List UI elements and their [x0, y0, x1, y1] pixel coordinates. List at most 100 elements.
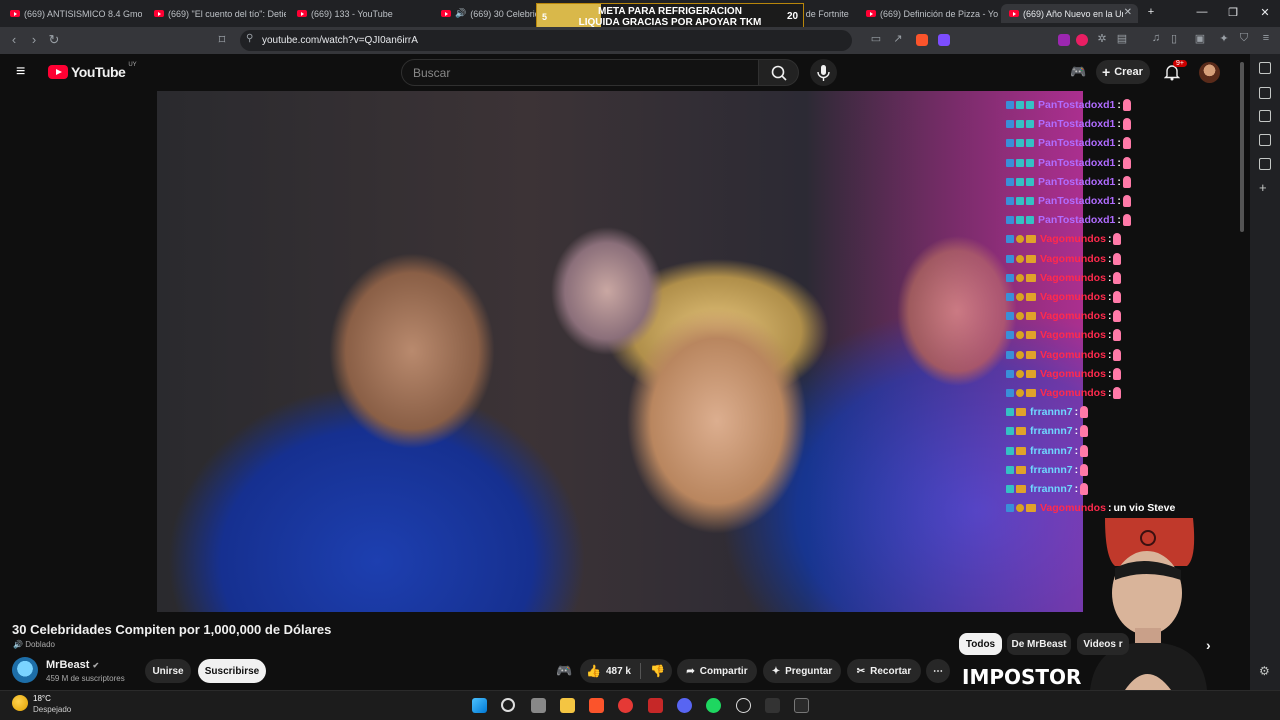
youtube-favicon-icon: [441, 10, 451, 17]
dislike-icon[interactable]: 👎: [650, 664, 665, 678]
add-panel-icon[interactable]: +: [1259, 180, 1267, 195]
gamepad-icon[interactable]: 🎮: [556, 663, 572, 679]
steam-icon[interactable]: [736, 698, 751, 713]
share-button[interactable]: ➦ Compartir: [677, 659, 757, 683]
bookmarks-icon[interactable]: [1259, 87, 1271, 99]
app-icon[interactable]: [765, 698, 780, 713]
wallet-panel-icon[interactable]: [1259, 110, 1271, 122]
voice-search-button[interactable]: [810, 59, 837, 86]
tab-6[interactable]: (669) Definición de Pizza - You: [858, 4, 998, 23]
channel-name[interactable]: MrBeast ✔: [46, 659, 99, 671]
chat-badge-icon: [1006, 408, 1014, 417]
page-scrollbar[interactable]: [1240, 62, 1244, 232]
reload-icon[interactable]: ↻: [46, 32, 62, 48]
gamepad-icon[interactable]: 🎮: [1070, 64, 1086, 80]
share-icon[interactable]: ↗: [890, 32, 906, 45]
spotify-icon[interactable]: [706, 698, 721, 713]
chat-username: Vagomundos: [1040, 310, 1106, 323]
wallet-icon[interactable]: ▣: [1192, 32, 1208, 45]
tab-active[interactable]: (669) Año Nuevo en la Ur ✕: [1001, 4, 1138, 23]
puzzle-icon[interactable]: ✲: [1094, 32, 1110, 45]
back-icon[interactable]: ‹: [6, 32, 22, 47]
brave-shields-icon[interactable]: [916, 34, 928, 46]
minimize-icon[interactable]: —: [1192, 6, 1212, 18]
media-player-icon[interactable]: [618, 698, 633, 713]
chip-from-channel[interactable]: De MrBeast: [1007, 633, 1071, 655]
reading-list-icon[interactable]: ▤: [1114, 32, 1130, 45]
subscribe-button[interactable]: Suscribirse: [198, 659, 266, 683]
chip-related[interactable]: Videos r: [1077, 633, 1129, 655]
weather-sun-icon[interactable]: [12, 695, 28, 711]
chat-badge-icon: [1026, 350, 1036, 359]
youtube-logo[interactable]: YouTube UY: [48, 62, 137, 80]
chat-emote-icon: [1122, 118, 1131, 131]
avatar[interactable]: [1199, 62, 1220, 83]
chat-emote-icon: [1080, 444, 1089, 457]
ai-assistant-icon[interactable]: [1259, 62, 1271, 74]
start-icon[interactable]: [472, 698, 487, 713]
chat-separator: :: [1117, 137, 1121, 150]
rewards-icon[interactable]: [938, 34, 950, 46]
address-bar[interactable]: ⚲ youtube.com/watch?v=QJI0an6irrA: [240, 30, 852, 51]
chat-badge-icon: [1026, 139, 1034, 148]
chat-username: Vagomundos: [1040, 252, 1106, 265]
verified-icon: ✔: [92, 661, 100, 670]
speaker-icon: 🔊: [455, 8, 467, 18]
chat-badge-icon: [1016, 216, 1024, 225]
video-player[interactable]: [157, 91, 1083, 612]
ask-button[interactable]: ✦ Preguntar: [763, 659, 841, 683]
plus-icon: +: [1102, 64, 1111, 80]
like-icon[interactable]: 👍: [586, 664, 601, 678]
brave-browser-icon[interactable]: [589, 698, 604, 713]
settings-icon[interactable]: ⚙: [1259, 664, 1270, 678]
restore-icon[interactable]: ❐: [1223, 6, 1243, 19]
notifications-button[interactable]: 9+: [1163, 60, 1187, 86]
cast-icon[interactable]: ▭: [868, 32, 884, 45]
create-button[interactable]: + Crear: [1096, 60, 1150, 84]
tab-1[interactable]: (669) ANTISISMICO 8.4 Gmod I: [2, 4, 142, 23]
extension-icon[interactable]: [1058, 34, 1070, 46]
task-view-icon[interactable]: [531, 698, 546, 713]
music-icon[interactable]: ♫: [1148, 32, 1164, 44]
chevron-right-icon[interactable]: ›: [1206, 637, 1211, 653]
chat-badge-icon: [1026, 101, 1034, 109]
reading-panel-icon[interactable]: [1259, 158, 1271, 170]
search-taskbar-icon[interactable]: [501, 698, 515, 712]
clip-button[interactable]: ✂ Recortar: [847, 659, 921, 683]
sidebar-icon[interactable]: ▯: [1166, 32, 1182, 45]
forward-icon[interactable]: ›: [26, 32, 42, 47]
epic-games-icon[interactable]: [794, 698, 809, 713]
search-input[interactable]: Buscar: [401, 59, 759, 86]
create-label: Crear: [1114, 66, 1143, 78]
chat-message: frrannn7 :: [1006, 442, 1089, 460]
close-window-icon[interactable]: ✕: [1255, 6, 1275, 19]
search-placeholder: Buscar: [413, 65, 451, 80]
chat-badge-icon: [1016, 389, 1024, 397]
extension-icon[interactable]: [1076, 34, 1088, 46]
app-icon[interactable]: [648, 698, 663, 713]
dubbed-text: Doblado: [25, 640, 56, 649]
bookmark-icon[interactable]: ⌑: [214, 32, 230, 48]
subscriber-count: 459 M de suscriptores: [46, 674, 125, 683]
more-actions-button[interactable]: ⋯: [926, 659, 950, 683]
chip-all[interactable]: Todos: [959, 633, 1002, 655]
discord-icon[interactable]: [677, 698, 692, 713]
menu-icon[interactable]: ≡: [1258, 32, 1274, 44]
history-icon[interactable]: [1259, 134, 1271, 146]
close-tab-icon[interactable]: ✕: [1124, 7, 1132, 18]
tab-2[interactable]: (669) "El cuento del tío": Detien: [146, 4, 286, 23]
chat-message: PanTostadoxd1 :: [1006, 173, 1131, 191]
chat-badge-icon: [1006, 273, 1014, 282]
channel-avatar[interactable]: [12, 657, 38, 683]
join-button[interactable]: Unirse: [145, 659, 191, 683]
new-tab-button[interactable]: +: [1141, 6, 1161, 18]
tab-3[interactable]: (669) 133 - YouTube: [289, 4, 429, 23]
hamburger-menu-icon[interactable]: ≡: [16, 63, 25, 81]
tab-title: (669) ANTISISMICO 8.4 Gmod I: [24, 8, 142, 19]
file-explorer-icon[interactable]: [560, 698, 575, 713]
tab-4[interactable]: 🔊(669) 30 Celebridades: [433, 4, 536, 23]
vpn-icon[interactable]: ⛉: [1236, 32, 1252, 45]
search-button[interactable]: [759, 59, 799, 86]
site-info-icon[interactable]: ⚲: [246, 33, 253, 44]
leo-icon[interactable]: ✦: [1216, 32, 1232, 45]
